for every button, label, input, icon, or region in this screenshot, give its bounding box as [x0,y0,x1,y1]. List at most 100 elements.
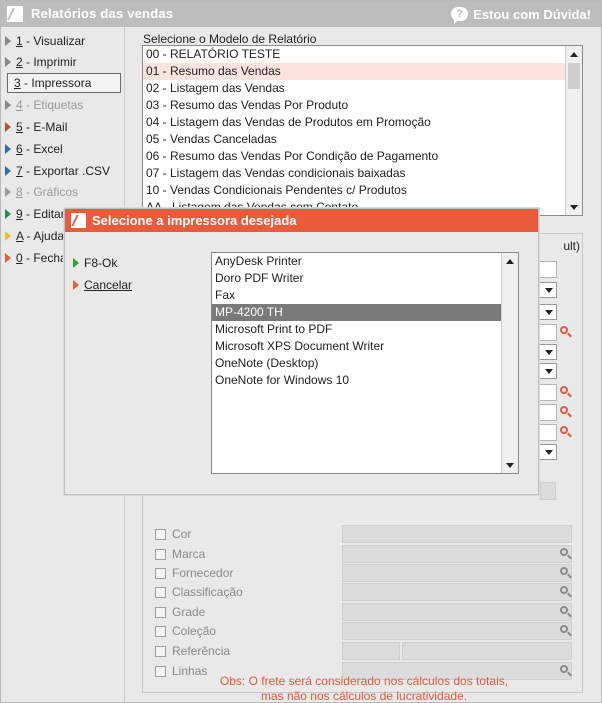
printer-item[interactable]: Microsoft Print to PDF [212,321,518,338]
sidebar-item-ajuda[interactable]: A - Ajuda [5,226,64,246]
window-title: Relatórios das vendas [31,6,174,21]
shortcut-key: 5 [16,120,23,134]
filter-checkbox[interactable] [155,625,166,637]
report-model-item[interactable]: 10 - Vendas Condicionais Pendentes c/ Pr… [143,182,582,199]
filter-field-disabled [342,642,400,660]
printer-list-scrollbar[interactable] [501,253,518,473]
search-icon[interactable] [560,586,572,598]
shortcut-key: 1 [16,34,23,48]
sidebar-item-excel[interactable]: 6 - Excel [5,139,63,159]
chevron-down-icon [545,449,553,455]
scroll-down-button[interactable] [566,199,582,215]
cancel-button[interactable]: Cancelar [73,276,132,294]
report-list-scrollbar[interactable] [565,46,582,215]
scroll-up-button[interactable] [502,253,518,269]
report-model-item[interactable]: 01 - Resumo das Vendas [143,63,582,80]
shortcut-key: 8 [16,185,23,199]
filter-checkbox-label: Fornecedor [172,566,234,580]
chevron-down-icon [545,309,553,315]
filter-field-disabled [342,622,572,640]
item-text: - Exportar .CSV [22,164,111,178]
printer-item[interactable]: AnyDesk Printer [212,253,518,270]
arrow-up-icon [506,258,514,264]
scroll-down-button[interactable] [502,457,518,473]
filter-checkbox-label: Coleção [172,624,217,638]
filter-checkbox[interactable] [155,606,166,618]
search-icon[interactable] [560,426,572,438]
play-arrow-icon [5,144,11,154]
filter-checkbox-row[interactable]: Marca [155,545,205,563]
item-text: - Impressora [20,76,92,90]
item-text: - Etiquetas [22,98,84,112]
sidebar-item-visualizar[interactable]: 1 - Visualizar [5,31,85,51]
report-model-item[interactable]: 03 - Resumo das Vendas Por Produto [143,97,582,114]
filter-checkbox-row[interactable]: Classificação [155,583,243,601]
search-icon[interactable] [560,326,572,338]
filter-checkbox-row[interactable]: Cor [155,525,191,543]
help-label: Estou com Dúvida! [473,6,591,22]
combo-dropdown[interactable] [542,345,556,359]
ok-button[interactable]: F8-Ok [73,254,117,272]
sidebar-item-label: 5 - E-Mail [16,120,67,134]
combo-dropdown[interactable] [542,364,556,378]
filter-checkbox[interactable] [155,586,166,598]
printer-item[interactable]: OneNote (Desktop) [212,355,518,372]
filter-checkbox[interactable] [155,548,166,560]
sidebar-item-etiquetas[interactable]: 4 - Etiquetas [5,95,83,115]
report-model-item[interactable]: 00 - RELATÓRIO TESTE [143,46,582,63]
report-model-item[interactable]: 07 - Listagem das Vendas condicionais ba… [143,165,582,182]
disabled-field [540,482,556,500]
printer-item[interactable]: Doro PDF Writer [212,270,518,287]
filter-checkbox-label: Classificação [172,585,243,599]
sidebar-item-gráficos[interactable]: 8 - Gráficos [5,182,78,202]
sidebar-item-fechar[interactable]: 0 - Fechar [5,248,71,268]
report-model-list[interactable]: 00 - RELATÓRIO TESTE 01 - Resumo das Vend… [142,45,583,216]
play-arrow-icon [5,100,11,110]
filter-checkbox-label: Cor [172,527,192,541]
sidebar-item-editar[interactable]: 9 - Editar [5,204,65,224]
search-icon[interactable] [560,406,572,418]
filter-field-disabled [342,564,572,582]
shortcut-key: 2 [16,55,23,69]
report-model-label: Selecione o Modelo de Relatório [143,32,317,46]
sidebar-item-e-mail[interactable]: 5 - E-Mail [5,117,67,137]
sidebar-item-exportar-csv[interactable]: 7 - Exportar .CSV [5,161,110,181]
printer-item[interactable]: MP-4200 TH [212,304,518,321]
printer-item[interactable]: Microsoft XPS Document Writer [212,338,518,355]
filter-checkbox-row[interactable]: Grade [155,603,205,621]
search-icon[interactable] [560,606,572,618]
combo-dropdown[interactable] [542,445,556,459]
report-model-item[interactable]: 06 - Resumo das Vendas Por Condição de P… [143,148,582,165]
scroll-up-button[interactable] [566,46,582,62]
filter-checkbox[interactable] [155,528,166,540]
sidebar-item-imprimir[interactable]: 2 - Imprimir [5,52,77,72]
filter-field-disabled [342,545,572,563]
filter-checkbox-row[interactable]: Coleção [155,622,216,640]
filter-checkbox[interactable] [155,645,166,657]
printer-list[interactable]: AnyDesk Printer Doro PDF Writer Fax MP-4200… [211,252,519,474]
shortcut-key: 4 [16,98,23,112]
filter-checkbox-row[interactable]: Referência [155,642,230,660]
combo-dropdown[interactable] [542,305,556,319]
search-icon[interactable] [560,386,572,398]
sidebar-item-impressora[interactable]: 3 - Impressora [7,73,121,93]
printer-item[interactable]: OneNote for Windows 10 [212,372,518,389]
combo-dropdown[interactable] [542,283,556,297]
sidebar-item-label: 9 - Editar [16,207,65,221]
report-model-item[interactable]: 04 - Listagem das Vendas de Produtos em … [143,114,582,131]
search-icon[interactable] [560,548,572,560]
printer-item[interactable]: Fax [212,287,518,304]
filter-checkbox[interactable] [155,567,166,579]
report-model-item[interactable]: 05 - Vendas Canceladas [143,131,582,148]
play-arrow-icon [5,187,11,197]
sidebar-item-label: 7 - Exportar .CSV [16,164,110,178]
search-icon[interactable] [560,625,572,637]
item-text: - Imprimir [22,55,77,69]
chevron-down-icon [545,287,553,293]
filter-checkbox-row[interactable]: Fornecedor [155,564,233,582]
report-model-item[interactable]: 02 - Listagem das Vendas [143,80,582,97]
scroll-thumb[interactable] [568,63,580,89]
item-text: - Gráficos [22,185,79,199]
search-icon[interactable] [560,567,572,579]
help-button[interactable]: ? Estou com Dúvida! [451,5,591,24]
